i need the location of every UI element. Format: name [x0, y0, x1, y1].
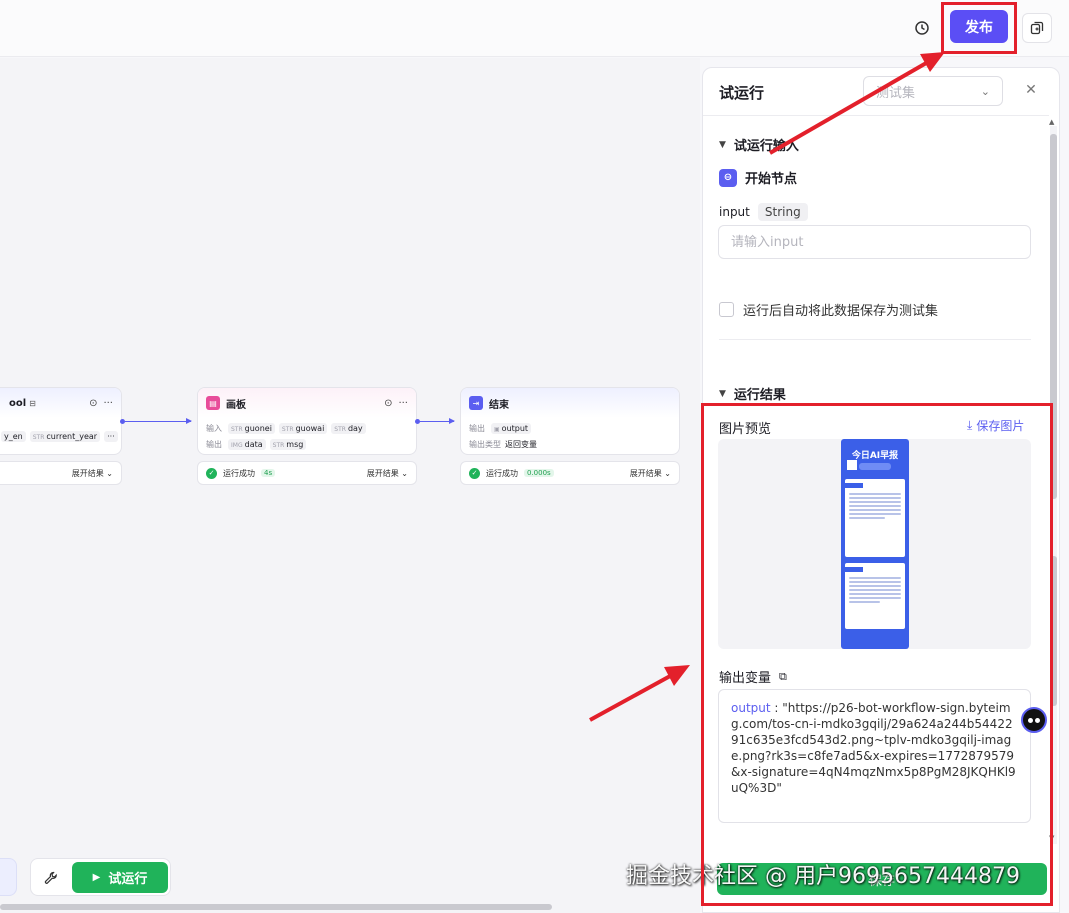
success-check-icon: ✓ [469, 467, 480, 479]
board-node[interactable]: ▤ 画板 ⊙ ··· 输入 STR guonei STR guowai STR day… [197, 387, 417, 455]
tool-badge-icon: ⊟ [29, 398, 36, 408]
output-tag: STR msg [269, 438, 307, 450]
end-icon: ⇥ [469, 396, 483, 410]
testset-placeholder: 测试集 [876, 85, 916, 101]
input-row-label: 输入 [206, 423, 222, 433]
save-as-testset-label: 运行后自动将此数据保存为测试集 [743, 304, 939, 319]
workflow-canvas[interactable]: ool ⊟ ⊙ ··· y_en STR current_year ··· 展开结… [0, 58, 700, 913]
expand-results-toggle[interactable]: 展开结果 ⌄ [630, 468, 671, 479]
highlight-box [941, 2, 1017, 54]
close-icon: ✕ [1025, 82, 1037, 98]
history-button[interactable] [908, 14, 936, 42]
highlight-box [701, 403, 1053, 906]
expand-results-toggle[interactable]: 展开结果 ⌄ [72, 468, 113, 479]
tool-node-status: 展开结果 ⌄ [0, 461, 122, 485]
output-row-label: 输出 [206, 439, 222, 449]
scroll-up-icon[interactable]: ▲ [1049, 118, 1054, 126]
duplicate-button[interactable] [1022, 13, 1052, 43]
run-node-icon[interactable]: ⊙ [384, 398, 392, 409]
input-tag: STR current_year [29, 430, 101, 442]
more-tags-badge: ··· [104, 430, 118, 442]
output-tag: ▣ output [491, 422, 532, 434]
close-panel-button[interactable]: ✕ [1021, 80, 1041, 100]
edge [420, 418, 455, 424]
panel-title: 试运行 [719, 84, 765, 102]
end-node-status: ✓ 运行成功 0.000s 展开结果 ⌄ [460, 461, 680, 485]
end-node-title: 结束 [489, 399, 509, 411]
board-node-header: ▤ 画板 ⊙ ··· [198, 388, 416, 418]
duplicate-icon [1030, 21, 1044, 35]
start-node-label: ⊖ 开始节点 [719, 168, 797, 187]
play-icon: ▶ [92, 872, 101, 883]
run-node-icon[interactable]: ⊙ [89, 398, 97, 409]
debug-tools-button[interactable] [41, 868, 61, 888]
save-as-testset-row[interactable]: 运行后自动将此数据保存为测试集 [719, 300, 938, 319]
end-node[interactable]: ⇥ 结束 输出 ▣ output 输出类型 返回变量 [460, 387, 680, 455]
more-icon[interactable]: ··· [398, 398, 408, 409]
field-type-badge: String [757, 203, 808, 221]
history-icon [915, 21, 929, 35]
board-node-status: ✓ 运行成功 4s 展开结果 ⌄ [197, 461, 417, 485]
horizontal-scrollbar[interactable] [0, 904, 552, 910]
tool-node-header: ool ⊟ ⊙ ··· [0, 388, 121, 418]
chevron-down-icon: ▼ [719, 388, 726, 399]
testset-select[interactable]: 测试集 ⌄ [863, 76, 1003, 106]
input-tag: STR guowai [278, 422, 328, 434]
save-as-testset-checkbox[interactable] [719, 302, 734, 317]
output-type-value: 返回变量 [505, 439, 537, 449]
result-section-title: 运行结果 [733, 388, 786, 403]
tool-node[interactable]: ool ⊟ ⊙ ··· y_en STR current_year ··· [0, 387, 122, 455]
expand-results-toggle[interactable]: 展开结果 ⌄ [367, 468, 408, 479]
more-icon[interactable]: ··· [103, 398, 113, 409]
chevron-down-icon: ▼ [719, 139, 726, 150]
input-section-header[interactable]: ▼ 试运行输入 [719, 135, 799, 154]
success-check-icon: ✓ [206, 467, 217, 479]
end-node-header: ⇥ 结束 [461, 388, 679, 418]
field-name: input [719, 205, 750, 219]
wrench-icon [44, 871, 57, 884]
chevron-down-icon: ⌄ [980, 84, 990, 98]
output-type-label: 输出类型 [469, 439, 501, 449]
test-run-button[interactable]: ▶ 试运行 [72, 862, 168, 893]
result-section-header[interactable]: ▼ 运行结果 [719, 384, 786, 403]
duration-badge: 0.000s [524, 469, 554, 477]
test-run-label: 试运行 [108, 872, 148, 887]
duration-badge: 4s [261, 469, 276, 477]
start-node-text: 开始节点 [745, 172, 798, 187]
board-icon: ▤ [206, 396, 220, 410]
status-text: 运行成功 [223, 468, 255, 478]
bottom-toolbar: ▶ 试运行 [30, 858, 171, 896]
input-tag: y_en [1, 430, 26, 442]
input-field-label: input String [719, 203, 808, 221]
output-tag: IMG data [228, 438, 266, 450]
output-row-label: 输出 [469, 423, 485, 433]
canvas-tool-stub[interactable] [0, 858, 17, 896]
input-tag: STR day [331, 422, 366, 434]
divider [719, 339, 1031, 340]
board-node-title: 画板 [226, 399, 246, 411]
input-section-title: 试运行输入 [733, 139, 799, 154]
status-text: 运行成功 [486, 468, 518, 478]
edge [125, 418, 192, 424]
start-node-icon: ⊖ [719, 168, 737, 187]
input-tag: STR guonei [228, 422, 275, 434]
tool-node-title: ool [9, 397, 27, 409]
top-bar: 发布 [0, 0, 1069, 57]
divider [703, 115, 1049, 116]
input-field[interactable] [718, 225, 1031, 259]
